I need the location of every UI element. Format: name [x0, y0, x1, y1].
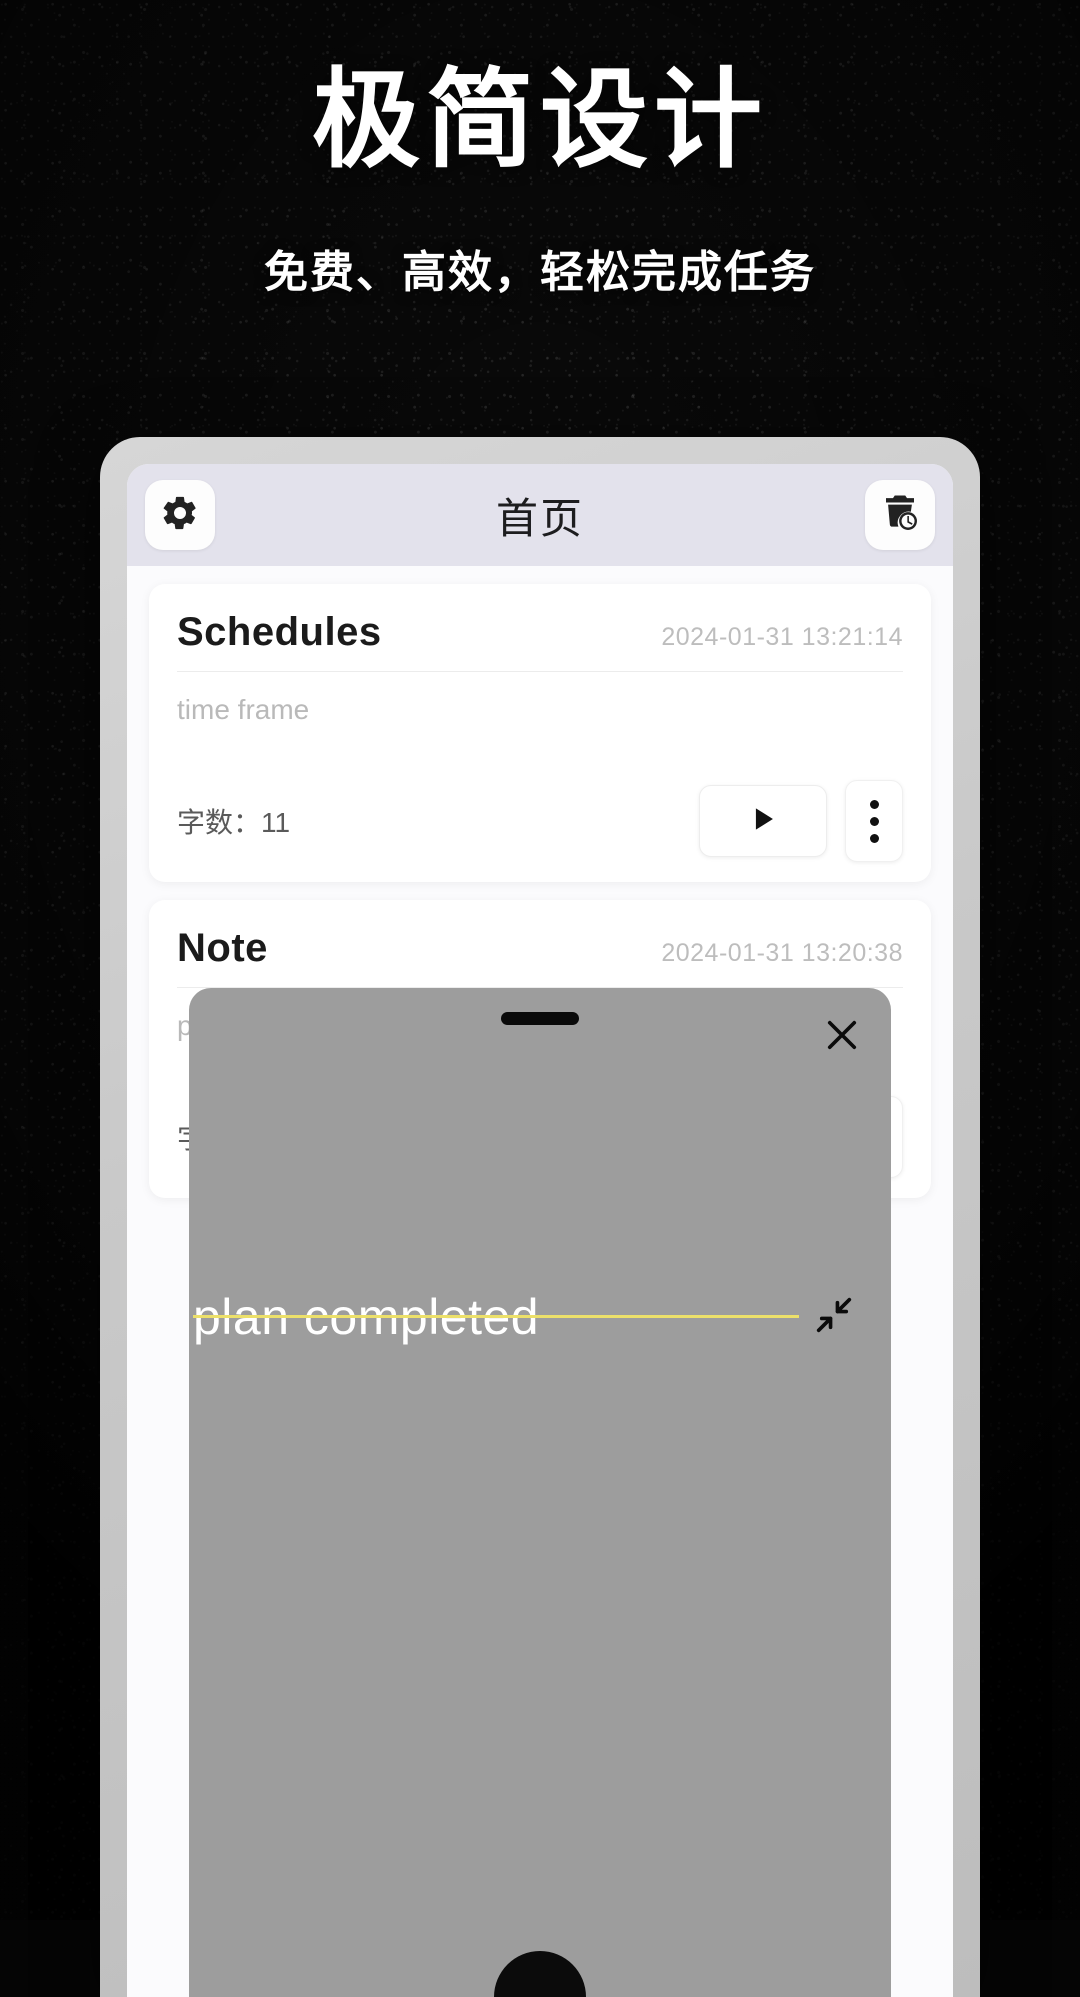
phone-mockup-frame: 首页 Schedules 2024-01-31 13:21:14 time fr… — [100, 437, 980, 1997]
trash-clock-icon — [879, 492, 921, 539]
page-title: 极简设计 — [311, 62, 768, 181]
note-card-title: Note — [177, 926, 268, 970]
note-card-body: time frame — [177, 694, 310, 725]
note-card-title: Schedules — [177, 610, 382, 654]
note-card-header: Note 2024-01-31 13:20:38 — [177, 926, 903, 988]
note-card-timestamp: 2024-01-31 13:21:14 — [661, 623, 903, 651]
phone-screen: 首页 Schedules 2024-01-31 13:21:14 time fr… — [127, 464, 953, 1997]
note-card-word-count: 字数：11 — [177, 807, 291, 838]
settings-button[interactable] — [145, 480, 215, 550]
drag-handle[interactable] — [501, 1012, 579, 1025]
strikethrough-line — [193, 1315, 799, 1319]
more-options-button[interactable] — [845, 780, 903, 862]
note-card[interactable]: Schedules 2024-01-31 13:21:14 time frame… — [149, 584, 931, 882]
close-icon — [821, 1014, 863, 1061]
more-vertical-icon-dot — [869, 816, 879, 826]
more-vertical-icon-dot — [869, 833, 879, 843]
collapse-arrows-icon — [811, 1297, 857, 1342]
note-card-footer: 字数：11 — [177, 780, 903, 862]
note-card-timestamp: 2024-01-31 13:20:38 — [661, 939, 903, 967]
page-subtitle: 免费、高效，轻松完成任务 — [264, 248, 816, 298]
gear-icon — [160, 493, 200, 538]
todo-text-wrapper: plan completed — [193, 1288, 799, 1346]
hero-section: 极简设计 免费、高效，轻松完成任务 — [0, 60, 1080, 300]
record-button[interactable] — [494, 1951, 586, 1997]
trash-history-button[interactable] — [865, 480, 935, 550]
app-bar-title: 首页 — [495, 494, 584, 542]
todo-row[interactable]: plan completed — [189, 1288, 891, 1346]
note-card-header: Schedules 2024-01-31 13:21:14 — [177, 610, 903, 672]
bottom-sheet: plan completed — [189, 988, 891, 1997]
app-bar: 首页 — [127, 464, 953, 566]
collapse-button[interactable] — [811, 1292, 857, 1343]
play-icon — [746, 802, 780, 841]
close-button[interactable] — [819, 1014, 865, 1060]
more-vertical-icon — [869, 799, 879, 809]
play-button[interactable] — [699, 785, 827, 857]
